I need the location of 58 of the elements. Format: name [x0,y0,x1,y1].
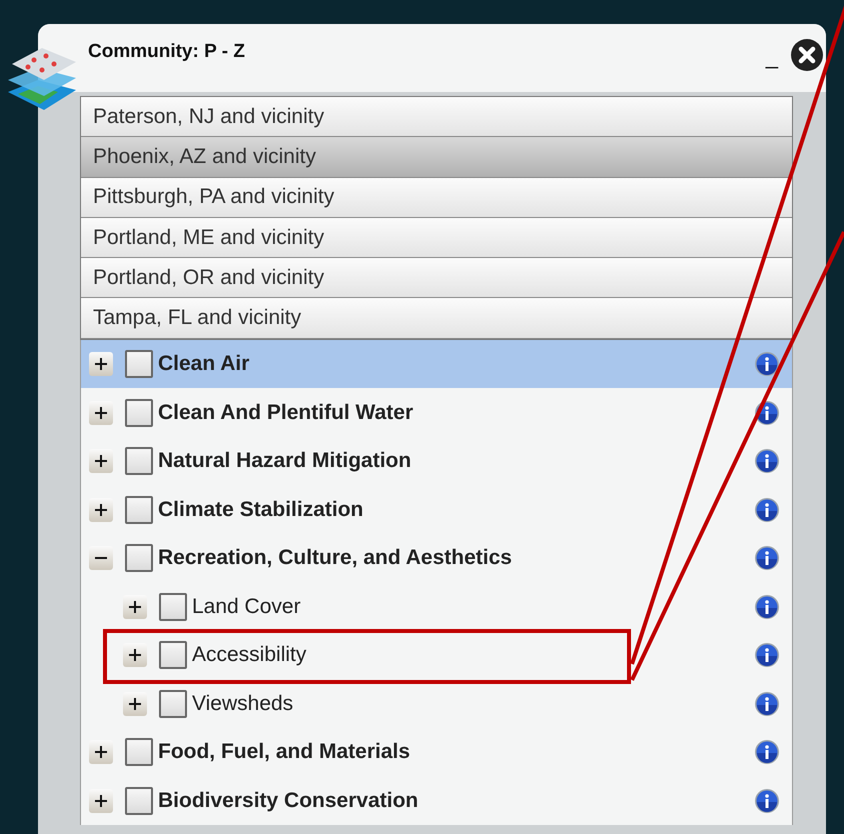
checkbox[interactable] [125,350,153,378]
layer-label: Land Cover [192,594,301,620]
checkbox[interactable] [159,592,187,621]
layer-label: Food, Fuel, and Materials [158,739,410,766]
collapse-icon[interactable] [89,546,113,570]
layer-label: Climate Stabilization [158,496,364,523]
layer-label: Clean Air [158,351,250,378]
layer-label: Recreation, Culture, and Aesthetics [158,545,512,572]
window-title: Community: P - Z [88,40,245,64]
expand-icon[interactable] [89,449,113,474]
expand-icon[interactable] [123,643,147,668]
community-item[interactable]: Pittsburgh, PA and vicinity [81,178,792,218]
layer-row[interactable]: Clean And Plentiful Water [81,388,792,437]
info-icon[interactable] [754,642,780,668]
expand-icon[interactable] [89,498,113,522]
info-icon[interactable] [754,545,780,572]
minimize-button[interactable]: _ [766,46,778,68]
expand-icon[interactable] [123,692,147,716]
info-icon[interactable] [754,448,780,474]
expand-icon[interactable] [89,740,113,764]
layer-row[interactable]: Recreation, Culture, and Aesthetics [81,534,792,582]
community-item[interactable]: Tampa, FL and vicinity [81,298,792,339]
info-icon[interactable] [754,739,780,766]
community-item[interactable]: Phoenix, AZ and vicinity [81,137,792,178]
expand-icon[interactable] [89,788,113,813]
layer-label: Accessibility [192,642,306,668]
info-icon[interactable] [754,690,780,717]
expand-icon[interactable] [123,594,147,619]
layer-label: Biodiversity Conservation [158,788,418,814]
info-icon[interactable] [754,400,780,426]
info-icon[interactable] [754,788,780,814]
close-icon[interactable] [790,38,824,72]
checkbox[interactable] [125,496,153,524]
layer-row[interactable]: Clean Air [81,340,792,388]
community-item[interactable]: Paterson, NJ and vicinity [81,97,792,138]
layer-row[interactable]: Biodiversity Conservation [81,776,792,825]
checkbox[interactable] [159,690,187,718]
info-icon[interactable] [754,594,780,620]
layer-row[interactable]: Viewsheds [81,679,792,728]
community-item[interactable]: Portland, ME and vicinity [81,218,792,258]
checkbox[interactable] [125,398,153,427]
layer-row[interactable]: Food, Fuel, and Materials [81,728,792,776]
info-icon[interactable] [754,496,780,523]
checkbox[interactable] [125,786,153,815]
layer-row[interactable]: Land Cover [81,582,792,631]
layer-row[interactable]: Natural Hazard Mitigation [81,436,792,486]
info-icon[interactable] [754,351,780,378]
checkbox[interactable] [125,447,153,476]
community-item[interactable]: Portland, OR and vicinity [81,258,792,298]
checkbox[interactable] [125,544,153,572]
layer-label: Natural Hazard Mitigation [158,448,412,474]
layer-label: Viewsheds [192,690,294,717]
expand-icon[interactable] [89,352,113,376]
layer-row[interactable]: Climate Stabilization [81,485,792,534]
expand-icon[interactable] [89,400,113,425]
checkbox[interactable] [159,641,187,670]
layer-label: Clean And Plentiful Water [158,400,414,426]
checkbox[interactable] [125,738,153,766]
